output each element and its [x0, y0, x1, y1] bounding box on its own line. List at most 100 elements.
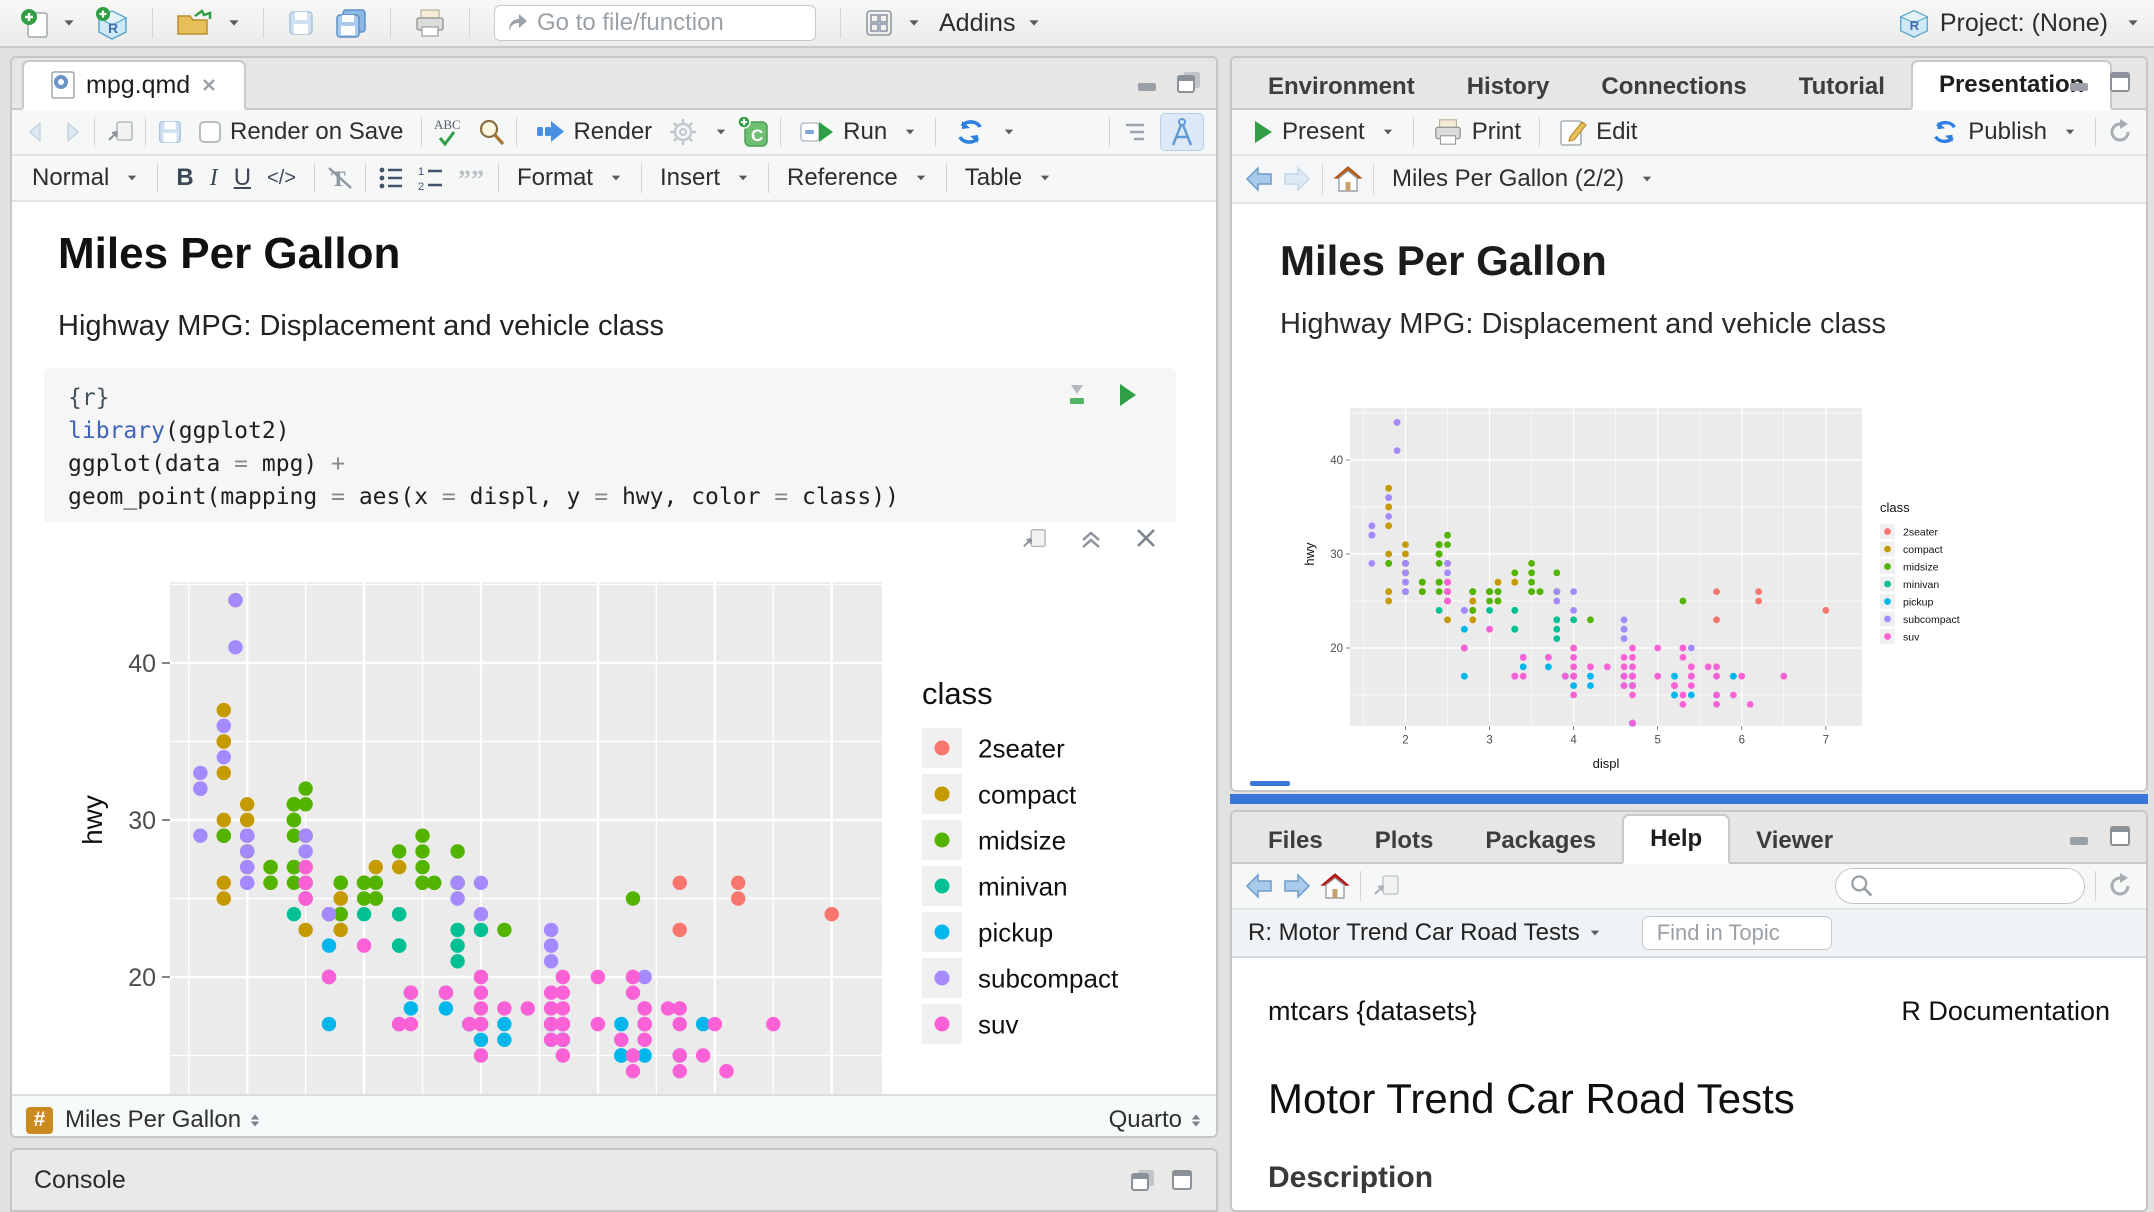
edit-presentation-button[interactable]: Edit — [1550, 114, 1645, 150]
save-button[interactable] — [280, 6, 322, 40]
goto-file-search[interactable]: Go to file/function — [494, 5, 816, 41]
maximize-pane-icon[interactable] — [2108, 70, 2132, 94]
help-refresh-icon[interactable] — [2106, 872, 2134, 900]
code-mark-button[interactable]: </> — [259, 164, 304, 193]
files-help-pane: FilesPlotsPackagesHelpViewer — [1230, 810, 2148, 1212]
divider — [469, 8, 470, 38]
source-pane: mpg.qmd — [10, 56, 1218, 1138]
insert-menu[interactable]: Insert — [652, 161, 758, 195]
presentation-preview[interactable]: Miles Per Gallon Highway MPG: Displaceme… — [1232, 234, 2146, 792]
addins-menu[interactable]: Addins — [933, 7, 1047, 40]
render-on-save-checkbox[interactable]: Render on Save — [190, 115, 411, 149]
tab-mpg-qmd[interactable]: mpg.qmd — [22, 60, 246, 110]
outline-location-button[interactable]: # Miles Per Gallon — [26, 1106, 261, 1134]
tab-connections[interactable]: Connections — [1575, 64, 1772, 110]
reference-menu[interactable]: Reference — [779, 161, 936, 195]
clear-formatting-icon[interactable]: T — [325, 164, 355, 192]
run-button[interactable]: Run — [791, 115, 925, 149]
code-chunk[interactable]: {r} library(ggplot2)ggplot(data = mpg) +… — [44, 368, 1176, 532]
pane-splitter[interactable] — [1230, 794, 2148, 804]
paragraph-style-select[interactable]: Normal — [24, 161, 147, 195]
bullet-list-icon[interactable] — [376, 164, 406, 192]
new-project-button[interactable]: R — [88, 4, 136, 42]
svg-text:T: T — [331, 166, 346, 191]
italic-button[interactable]: I — [202, 162, 226, 195]
tab-environment[interactable]: Environment — [1242, 64, 1441, 110]
publish-button[interactable]: Publish — [1922, 115, 2085, 149]
chunk-options-button[interactable] — [660, 114, 736, 150]
tab-history[interactable]: History — [1441, 64, 1576, 110]
bold-button[interactable]: B — [168, 161, 201, 195]
open-file-button[interactable] — [169, 5, 247, 41]
save-icon[interactable] — [156, 118, 184, 146]
popout-icon[interactable] — [105, 118, 135, 146]
format-menu[interactable]: Format — [509, 161, 631, 195]
help-document[interactable]: mtcars {datasets} R Documentation Motor … — [1232, 958, 2146, 1212]
close-icon[interactable] — [200, 76, 218, 94]
publish-icon — [1930, 118, 1960, 146]
outline-icon[interactable] — [1120, 118, 1150, 146]
popout-help-icon[interactable] — [1371, 872, 1401, 900]
visual-editor-toggle[interactable] — [1160, 113, 1204, 151]
help-search-input[interactable] — [1835, 868, 2085, 904]
search-icon[interactable] — [476, 117, 506, 147]
format-menu-caret — [612, 176, 620, 181]
minimize-pane-icon[interactable] — [2068, 70, 2094, 94]
tab-help[interactable]: Help — [1622, 814, 1730, 864]
underline-button[interactable]: U — [226, 161, 259, 195]
tab-tutorial[interactable]: Tutorial — [1773, 64, 1911, 110]
run-chunks-above-icon[interactable] — [1064, 382, 1090, 408]
table-menu[interactable]: Table — [957, 161, 1060, 195]
refresh-icon[interactable] — [2106, 118, 2134, 146]
chunk-code[interactable]: library(ggplot2)ggplot(data = mpg) + geo… — [68, 415, 1176, 514]
back-icon[interactable] — [24, 119, 50, 145]
minimize-pane-icon[interactable] — [2068, 824, 2094, 848]
tab-files[interactable]: Files — [1242, 818, 1349, 864]
collapse-output-icon[interactable] — [1078, 526, 1104, 552]
rerun-caret — [1005, 130, 1013, 135]
pane-layout-button[interactable] — [857, 5, 927, 41]
minimize-pane-icon[interactable] — [1136, 70, 1162, 94]
help-home-icon[interactable] — [1320, 871, 1350, 901]
maximize-pane-icon[interactable] — [2108, 824, 2132, 848]
tab-packages[interactable]: Packages — [1459, 818, 1622, 864]
print-presentation-button[interactable]: Print — [1424, 114, 1529, 150]
popout-plot-icon[interactable] — [1020, 526, 1048, 552]
run-chunk-icon[interactable] — [1116, 382, 1138, 408]
slide-back-icon[interactable] — [1244, 165, 1274, 193]
blockquote-icon[interactable]: ”” — [456, 164, 488, 192]
svg-text:4: 4 — [1570, 735, 1577, 747]
save-all-button[interactable] — [328, 5, 374, 41]
slide-select[interactable]: Miles Per Gallon (2/2) — [1384, 162, 1662, 196]
document-title: Miles Per Gallon — [58, 226, 1216, 282]
source-toolbar: Render on Save ABC Render — [12, 110, 1216, 156]
insert-chunk-icon[interactable]: C — [736, 115, 770, 149]
rerun-button[interactable] — [946, 114, 1024, 150]
svg-text:pickup: pickup — [978, 917, 1053, 947]
present-button[interactable]: Present — [1244, 115, 1403, 149]
slide-forward-icon[interactable] — [1282, 165, 1312, 193]
doc-format-button[interactable]: Quarto — [1109, 1106, 1202, 1134]
new-file-button[interactable] — [14, 5, 82, 41]
maximize-pane-icon[interactable] — [1176, 70, 1202, 94]
find-in-topic-input[interactable]: Find in Topic — [1642, 916, 1832, 950]
home-icon[interactable] — [1333, 164, 1363, 194]
spellcheck-icon[interactable]: ABC — [432, 116, 466, 148]
slide-menu-icon[interactable] — [1250, 781, 1290, 792]
console-pane[interactable]: Console — [10, 1148, 1218, 1212]
print-button[interactable] — [407, 5, 453, 41]
help-forward-icon[interactable] — [1282, 872, 1312, 900]
clear-output-icon[interactable] — [1134, 526, 1158, 550]
tab-plots[interactable]: Plots — [1349, 818, 1460, 864]
render-button[interactable]: Render — [527, 115, 660, 149]
forward-icon[interactable] — [58, 119, 84, 145]
project-menu[interactable]: R Project: (None) — [1898, 8, 2140, 38]
maximize-pane-icon[interactable] — [1170, 1168, 1194, 1192]
help-topic-select[interactable]: R: Motor Trend Car Road Tests — [1248, 919, 1602, 947]
help-back-icon[interactable] — [1244, 872, 1274, 900]
document-canvas[interactable]: Miles Per Gallon Highway MPG: Displaceme… — [12, 202, 1216, 1094]
numbered-list-icon[interactable]: 12 — [416, 164, 446, 192]
tab-viewer[interactable]: Viewer — [1730, 818, 1859, 864]
svg-text:C: C — [751, 126, 763, 145]
restore-pane-icon[interactable] — [1130, 1168, 1156, 1192]
